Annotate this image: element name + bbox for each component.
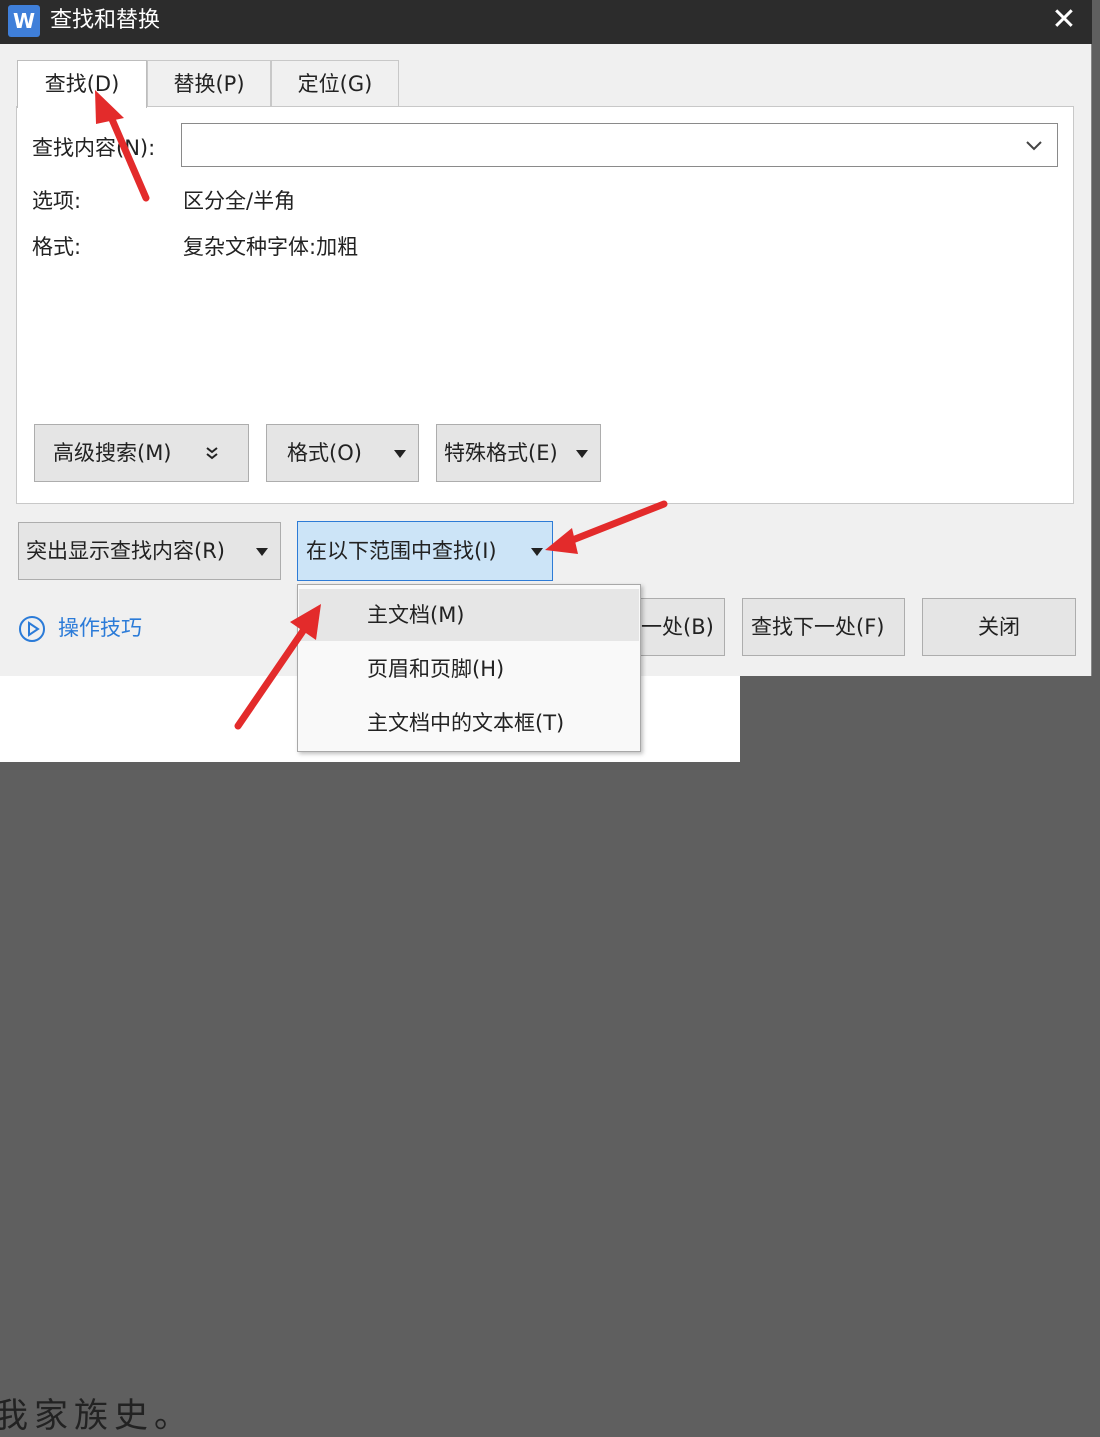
caret-down-icon [576,450,588,458]
menu-item-label: 主文档(M) [367,603,465,627]
app-logo-icon: W [8,5,40,37]
advanced-search-label: 高级搜索(M) [53,441,172,465]
chevron-down-icon[interactable] [1023,134,1045,156]
tab-replace[interactable]: 替换(P) [147,60,271,106]
title-bar[interactable]: W 查找和替换 ✕ [0,0,1092,44]
menu-item-header-footer[interactable]: 页眉和页脚(H) [299,643,639,695]
play-circle-icon [19,616,45,642]
options-value: 区分全/半角 [183,189,296,213]
tab-find[interactable]: 查找(D) [17,60,147,108]
find-replace-dialog: W 查找和替换 ✕ 查找(D) 替换(P) 定位(G) 查找内容(N): 选项:… [0,0,1092,676]
caret-down-icon [394,450,406,458]
close-button-label: 关闭 [978,615,1020,639]
find-in-label: 在以下范围中查找(I) [306,539,497,563]
dialog-title: 查找和替换 [50,8,161,33]
highlight-found-label: 突出显示查找内容(R) [26,539,225,563]
menu-item-main-textboxes[interactable]: 主文档中的文本框(T) [299,697,639,749]
find-what-combobox[interactable] [181,123,1058,167]
find-what-label: 查找内容(N): [32,136,156,160]
tab-goto[interactable]: 定位(G) [271,60,399,106]
close-button[interactable]: 关闭 [922,598,1076,656]
tab-goto-label: 定位(G) [297,72,373,96]
find-in-dropdown-menu: 主文档(M) 页眉和页脚(H) 主文档中的文本框(T) [297,584,641,752]
menu-item-label: 页眉和页脚(H) [367,657,505,681]
format-label: 格式: [32,235,82,259]
format-value: 复杂文种字体:加粗 [183,235,359,259]
find-in-button[interactable]: 在以下范围中查找(I) [297,521,553,581]
format-button-label: 格式(O) [287,441,362,465]
tab-find-label: 查找(D) [44,72,120,96]
highlight-found-button[interactable]: 突出显示查找内容(R) [18,522,281,580]
special-format-button[interactable]: 特殊格式(E) [436,424,601,482]
options-label: 选项: [32,189,82,213]
menu-item-main-document[interactable]: 主文档(M) [299,589,639,641]
find-previous-label: 一处(B) [641,615,714,639]
menu-item-label: 主文档中的文本框(T) [367,711,565,735]
advanced-search-button[interactable]: 高级搜索(M) [34,424,249,482]
caret-down-icon [256,548,268,556]
double-chevron-down-icon [206,447,218,460]
tab-replace-label: 替换(P) [173,72,245,96]
document-text: 我家族史。 [0,1396,194,1436]
find-next-button[interactable]: 查找下一处(F) [742,598,905,656]
format-button[interactable]: 格式(O) [266,424,419,482]
caret-down-icon [531,548,543,556]
find-next-label: 查找下一处(F) [751,615,885,639]
special-format-label: 特殊格式(E) [444,441,558,465]
close-icon[interactable]: ✕ [1044,2,1084,38]
tips-label: 操作技巧 [58,616,142,640]
find-what-input[interactable] [188,130,1012,162]
